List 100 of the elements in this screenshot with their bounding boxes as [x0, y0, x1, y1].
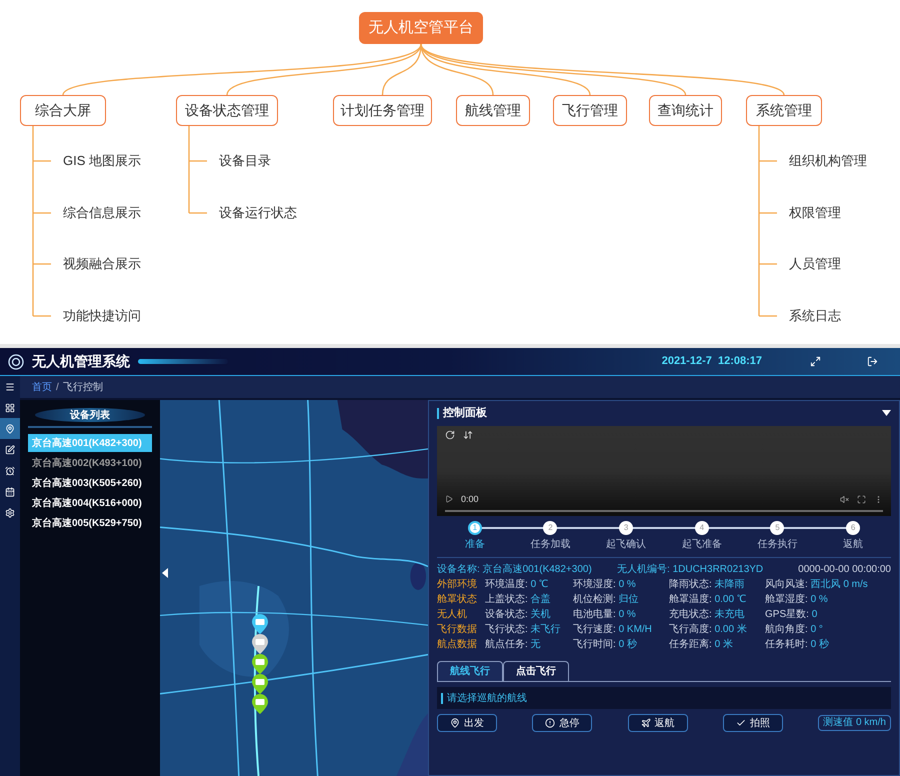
status-field: 充电状态: 未充电 — [669, 607, 765, 622]
branch-node: 综合大屏 — [20, 95, 106, 126]
status-field: 飞行状态: 未飞行 — [485, 622, 573, 637]
edit-icon — [5, 444, 15, 454]
video-time: 0:00 — [461, 492, 479, 506]
branch-node: 飞行管理 — [553, 95, 627, 126]
collapse-arrow-icon[interactable] — [162, 568, 168, 578]
plane-icon — [640, 718, 651, 728]
list-title: 设备列表 — [35, 408, 145, 422]
step-label: 任务执行 — [757, 538, 798, 552]
map-marker-icon[interactable] — [252, 674, 268, 694]
status-field: 设备状态: 关机 — [485, 607, 573, 622]
tab[interactable]: 航线飞行 — [437, 661, 503, 681]
alarm-clock-icon — [5, 466, 15, 476]
menu-icon — [5, 382, 15, 392]
leaf-label: 组织机构管理 — [789, 152, 867, 170]
category-label: 飞行数据 — [437, 623, 478, 637]
refresh-icon[interactable] — [445, 430, 455, 440]
status-field: 飞行时间: 0 秒 — [573, 637, 669, 652]
breadcrumb-link[interactable]: 飞行控制 — [62, 380, 103, 394]
grid-icon — [5, 402, 15, 412]
speed-readout: 测速值 0 km/h — [818, 715, 891, 731]
map-marker-icon[interactable] — [252, 634, 268, 654]
branch-node: 计划任务管理 — [333, 95, 432, 126]
branch-node: 系统管理 — [746, 95, 822, 126]
map-marker-icon[interactable] — [252, 614, 268, 634]
logout-icon[interactable] — [867, 356, 878, 367]
step-label: 起飞准备 — [682, 538, 722, 552]
tab[interactable]: 点击飞行 — [503, 661, 569, 681]
leaf-label: 设备运行状态 — [219, 204, 297, 222]
hint-accent — [441, 692, 443, 704]
datetime: 2021-12-7 12:08:17 — [662, 354, 762, 370]
panel-title: 控制面板 — [443, 406, 487, 421]
map-marker-icon[interactable] — [252, 654, 268, 674]
branch-node: 设备状态管理 — [176, 95, 278, 126]
status-field: 环境温度: 0 ℃ — [485, 577, 573, 592]
category-label: 舱罩状态 — [437, 592, 478, 607]
title-accent — [437, 408, 439, 418]
status-field: 风向风速: 西北风 0 m/s — [765, 577, 891, 592]
leaf-label: 权限管理 — [789, 204, 841, 222]
status-field: 飞行高度: 0.00 米 — [669, 622, 765, 637]
action-button[interactable]: 急停 — [532, 714, 592, 732]
status-field: 上盖状态: 合盖 — [485, 592, 573, 607]
swap-icon[interactable] — [463, 430, 473, 440]
leaf-label: 人员管理 — [789, 255, 841, 273]
device-item[interactable]: 京台高速004(K516+000) — [28, 494, 152, 512]
play-icon[interactable] — [445, 495, 453, 504]
fullscreen-icon[interactable] — [857, 494, 866, 504]
status-field: 飞行速度: 0 KM/H — [573, 622, 669, 637]
alert-icon — [545, 718, 556, 728]
leaf-label: GIS 地图展示 — [63, 152, 142, 170]
breadcrumb-separator: / — [56, 380, 59, 394]
branch-node: 航线管理 — [456, 95, 530, 126]
hint-text: 请选择巡航的航线 — [447, 692, 527, 706]
status-field: GPS星数: 0 — [765, 607, 891, 622]
fullscreen-icon[interactable] — [810, 356, 821, 367]
settings-icon — [5, 508, 15, 518]
step-label: 返航 — [843, 538, 864, 552]
calendar-icon — [5, 486, 15, 496]
leaf-label: 视频融合展示 — [63, 255, 141, 273]
logo-icon — [8, 354, 24, 370]
status-field: 航点任务: 无 — [485, 637, 573, 652]
map-pin-icon — [5, 424, 15, 434]
status-field: 航向角度: 0 ° — [765, 622, 891, 637]
map-marker-icon[interactable] — [252, 694, 268, 714]
status-field: 环境湿度: 0 % — [573, 577, 669, 592]
leaf-label: 设备目录 — [219, 152, 271, 170]
action-button[interactable]: 拍照 — [722, 714, 783, 732]
category-label: 外部环境 — [437, 578, 478, 592]
app-title: 无人机管理系统 — [32, 352, 130, 371]
device-item[interactable]: 京台高速003(K505+260) — [28, 474, 152, 492]
status-field: 舱罩温度: 0.00 ℃ — [669, 592, 765, 607]
step-label: 起飞确认 — [606, 538, 646, 552]
status-field: 机位检测: 归位 — [573, 592, 669, 607]
leaf-label: 功能快捷访问 — [63, 307, 141, 325]
mute-icon[interactable] — [840, 494, 849, 504]
drone-id: 无人机编号: 1DUCH3RR0213YD — [617, 562, 764, 577]
status-field: 任务距离: 0 米 — [669, 637, 765, 652]
category-label: 无人机 — [437, 608, 468, 622]
device-item[interactable]: 京台高速002(K493+100) — [28, 454, 152, 472]
map-pin-icon — [450, 718, 460, 728]
leaf-label: 系统日志 — [789, 307, 841, 325]
action-button[interactable]: 返航 — [628, 714, 688, 732]
breadcrumb-link[interactable]: 首页 — [32, 380, 52, 394]
device-item[interactable]: 京台高速005(K529+750) — [28, 514, 152, 532]
timestamp: 0000-00-00 00:00:00 — [798, 563, 891, 577]
status-field: 舱罩湿度: 0 % — [765, 592, 891, 607]
status-field: 任务耗时: 0 秒 — [765, 637, 891, 652]
step-label: 准备 — [464, 538, 485, 552]
check-icon — [736, 718, 746, 728]
action-button[interactable]: 出发 — [437, 714, 497, 732]
leaf-label: 综合信息展示 — [63, 204, 141, 222]
category-label: 航点数据 — [437, 638, 478, 652]
device-name: 设备名称: 京台高速001(K482+300) — [437, 562, 593, 577]
branch-node: 查询统计 — [649, 95, 722, 126]
status-field: 电池电量: 0 % — [573, 607, 669, 622]
status-field: 降雨状态: 未降雨 — [669, 577, 765, 592]
dropdown-caret-icon[interactable] — [882, 410, 891, 416]
step-label: 任务加载 — [530, 538, 570, 552]
root-node: 无人机空管平台 — [359, 12, 483, 44]
